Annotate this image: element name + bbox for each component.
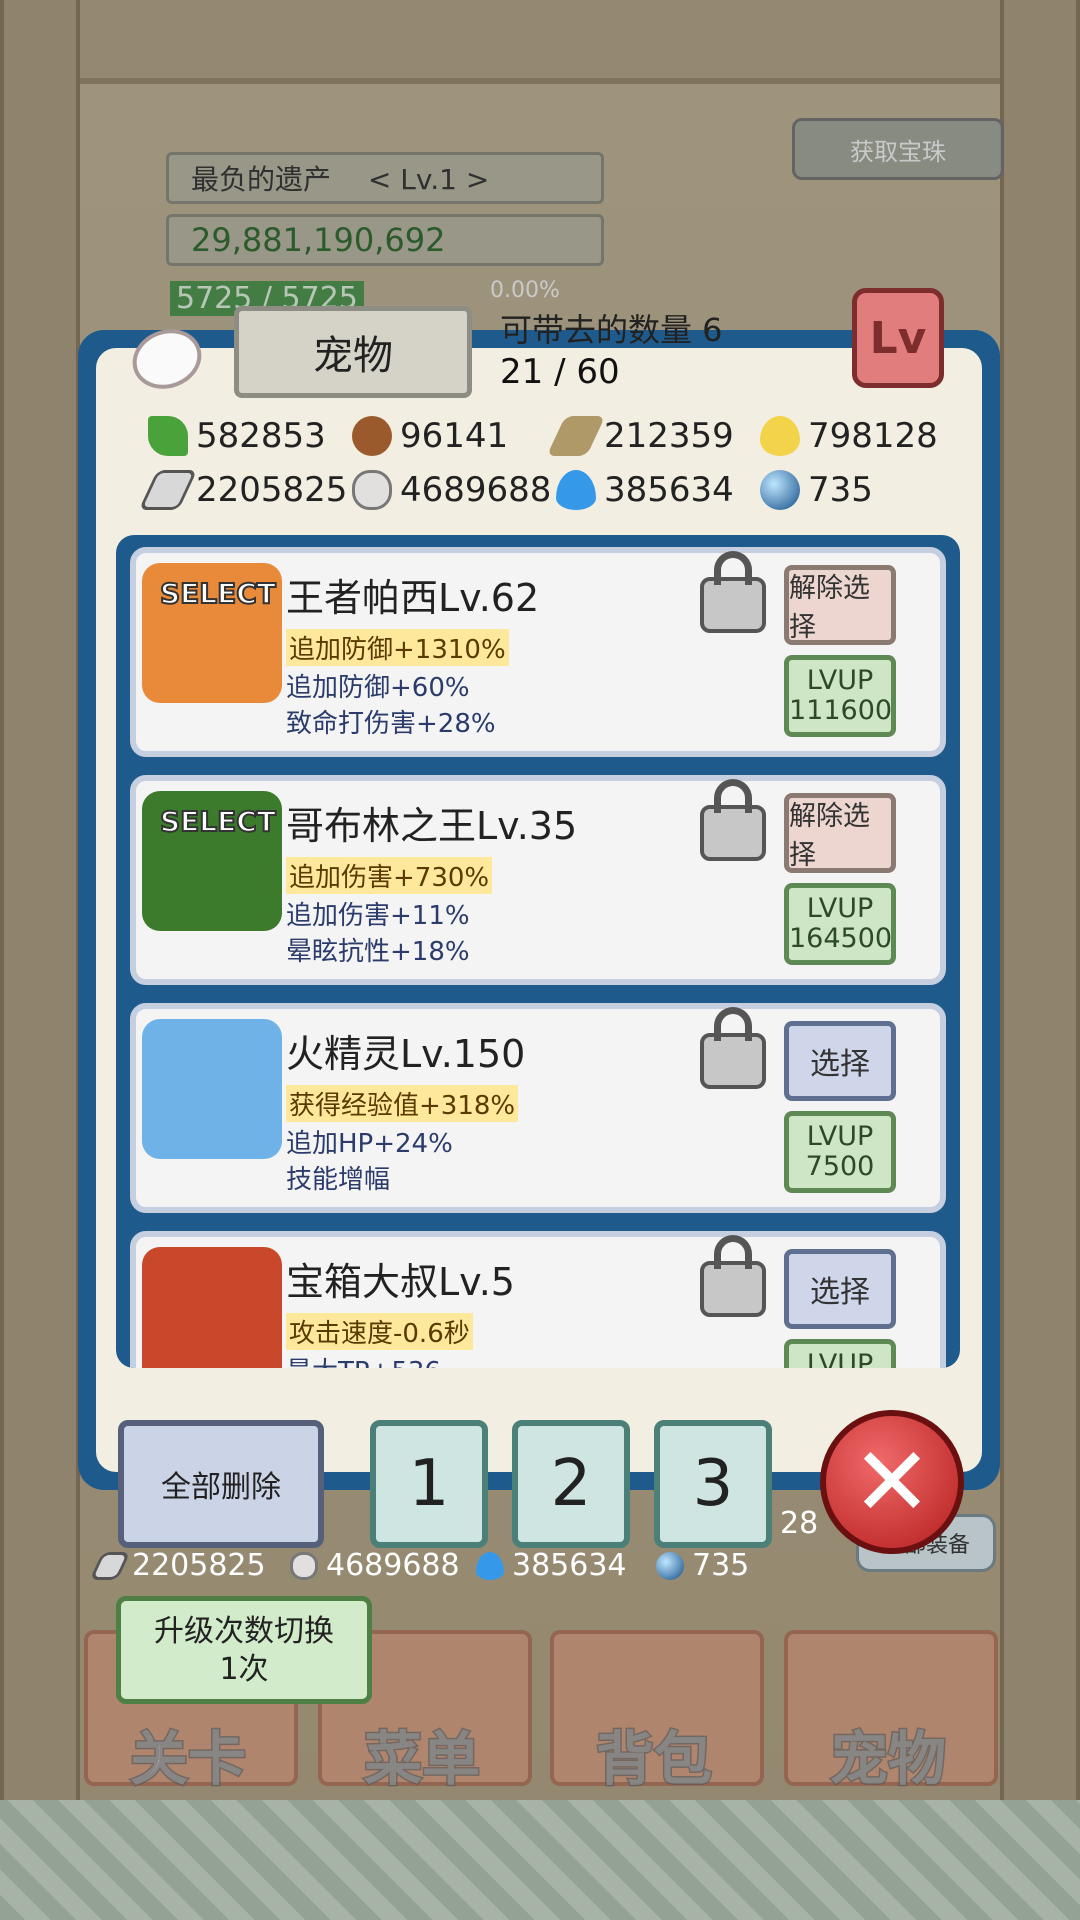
- pet-bonus-2: 追加防御+60%: [286, 673, 470, 703]
- stone-icon: [290, 1551, 318, 1580]
- deselect-button[interactable]: 解除选择: [784, 565, 896, 645]
- floor-tiles: [0, 1800, 1080, 1920]
- strip-iron: 2205825: [89, 1548, 266, 1583]
- select-tag: SELECT: [159, 804, 277, 839]
- lvup-button[interactable]: LVUP: [784, 1339, 896, 1368]
- pet-name: 火精灵Lv.150: [286, 1032, 526, 1076]
- stone-icon: [352, 470, 392, 510]
- iron-ingot-icon: [138, 470, 198, 510]
- pet-bonus-3: 技能增幅: [286, 1165, 391, 1195]
- pet-bonus-3: 致命打伤害+28%: [286, 709, 496, 739]
- select-button[interactable]: 选择: [784, 1021, 896, 1101]
- pet-bonus-main: 追加防御+1310%: [286, 629, 509, 666]
- strip-stone: 4689688: [290, 1548, 460, 1583]
- slot-3-button[interactable]: 3: [654, 1420, 772, 1548]
- pet-card: SELECT 王者帕西Lv.62 追加防御+1310% 追加防御+60% 致命打…: [130, 547, 946, 757]
- leaf-icon: [148, 416, 188, 456]
- wood-log-icon: [352, 416, 392, 456]
- pet-bonus-2: 追加HP+24%: [286, 1129, 453, 1159]
- pet-name: 哥布林之王Lv.35: [286, 804, 578, 848]
- delete-all-button[interactable]: 全部删除: [118, 1420, 324, 1548]
- nav-label: 关卡: [128, 1724, 247, 1795]
- resource-flame: 385634: [556, 470, 734, 510]
- iron-ingot-icon: [89, 1551, 131, 1580]
- pet-portrait: [142, 1019, 282, 1159]
- resource-wood: 96141: [352, 416, 508, 456]
- carry-limit-label: 可带去的数量 6: [500, 311, 723, 349]
- pet-bonus-main: 攻击速度-0.6秒: [286, 1313, 473, 1350]
- blue-flame-icon: [476, 1551, 504, 1580]
- resource-leaf: 582853: [148, 416, 326, 456]
- plank-icon: [546, 416, 606, 456]
- strip-flame: 385634: [476, 1548, 627, 1583]
- upgrade-count-toggle[interactable]: 升级次数切换 1次: [116, 1596, 372, 1704]
- pet-bonus-3: 晕眩抗性+18%: [286, 937, 470, 967]
- pet-bonus-main: 获得经验值+318%: [286, 1085, 519, 1122]
- nav-label: 宠物: [828, 1724, 947, 1795]
- pet-bonus-main: 追加伤害+730%: [286, 857, 493, 894]
- pet-bonus-2: 最大TP+536: [286, 1351, 441, 1368]
- pet-portrait: [142, 1247, 282, 1368]
- yellow-drop-icon: [760, 416, 800, 456]
- lock-icon[interactable]: [700, 1235, 766, 1317]
- pet-name: 王者帕西Lv.62: [286, 576, 540, 620]
- lvup-button[interactable]: LVUP 7500: [784, 1111, 896, 1193]
- slot-2-button[interactable]: 2: [512, 1420, 630, 1548]
- select-button[interactable]: 选择: [784, 1249, 896, 1329]
- close-button[interactable]: ✕: [820, 1410, 964, 1554]
- resource-plank: 212359: [546, 416, 734, 456]
- resource-drop: 798128: [760, 416, 938, 456]
- lvup-button[interactable]: LVUP 111600: [784, 655, 896, 737]
- blue-flame-icon: [556, 470, 596, 510]
- pet-count: 21 / 60: [500, 352, 620, 392]
- lvup-button[interactable]: LVUP 164500: [784, 883, 896, 965]
- lv-lock-button[interactable]: Lv: [852, 288, 944, 388]
- lock-icon[interactable]: [700, 779, 766, 861]
- pet-list[interactable]: SELECT 王者帕西Lv.62 追加防御+1310% 追加防御+60% 致命打…: [116, 535, 960, 1368]
- nav-label: 菜单: [362, 1724, 481, 1795]
- resource-iron: 2205825: [138, 470, 347, 510]
- lock-icon[interactable]: [700, 1007, 766, 1089]
- pet-bonus-2: 追加伤害+11%: [286, 901, 470, 931]
- resource-stone: 4689688: [352, 470, 551, 510]
- lock-icon[interactable]: [700, 551, 766, 633]
- tab-pet[interactable]: 宠物: [234, 306, 472, 398]
- resource-partial: 28: [780, 1506, 819, 1541]
- blue-orb-icon: [656, 1551, 684, 1580]
- select-tag: SELECT: [159, 576, 277, 611]
- resource-orb: 735: [760, 470, 873, 510]
- slot-1-button[interactable]: 1: [370, 1420, 488, 1548]
- strip-orb: 735: [656, 1548, 749, 1583]
- blue-orb-icon: [760, 470, 800, 510]
- pet-card: 火精灵Lv.150 获得经验值+318% 追加HP+24% 技能增幅 选择 LV…: [130, 1003, 946, 1213]
- nav-label: 背包: [594, 1724, 713, 1795]
- deselect-button[interactable]: 解除选择: [784, 793, 896, 873]
- pet-card: 宝箱大叔Lv.5 攻击速度-0.6秒 最大TP+536 选择 LVUP: [130, 1231, 946, 1368]
- pet-name: 宝箱大叔Lv.5: [286, 1260, 515, 1304]
- pet-card: SELECT 哥布林之王Lv.35 追加伤害+730% 追加伤害+11% 晕眩抗…: [130, 775, 946, 985]
